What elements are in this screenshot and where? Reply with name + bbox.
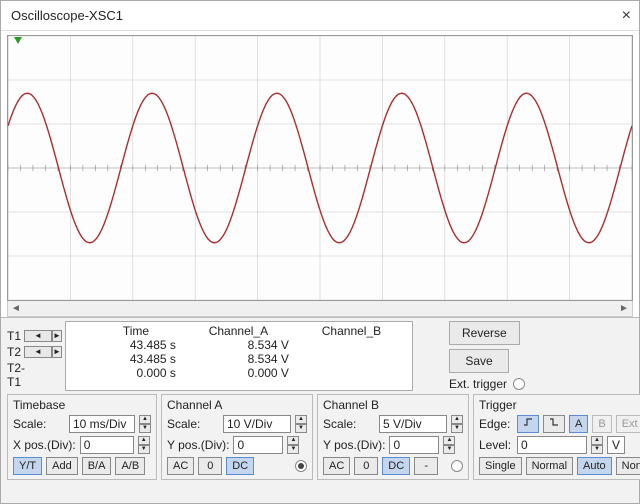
trigger-src-b-button[interactable]: B (592, 415, 611, 433)
chb-ac-button[interactable]: AC (323, 457, 350, 475)
readout-head-cha: Channel_A (182, 324, 295, 338)
t2-time: 43.485 s (90, 352, 182, 366)
trigger-src-a-button[interactable]: A (569, 415, 588, 433)
dt-chb (295, 366, 408, 380)
channel-b-title: Channel B (323, 398, 463, 412)
timebase-scale-field[interactable]: 10 ms/Div (69, 415, 135, 433)
cursor-t1-label: T1 (7, 329, 21, 343)
reverse-button[interactable]: Reverse (449, 321, 520, 345)
t2-chb (295, 352, 408, 366)
chb-zero-button[interactable]: 0 (354, 457, 378, 475)
ext-trigger-label: Ext. trigger (449, 377, 507, 391)
cursor-t2t1-label: T2-T1 (7, 361, 35, 389)
titlebar: Oscilloscope-XSC1 × (1, 1, 639, 31)
cha-scale-field[interactable]: 10 V/Div (223, 415, 291, 433)
scroll-right-icon[interactable]: ► (616, 302, 632, 316)
trigger-group: Trigger Edge: A B Ext Level: 0 ▲▼ (473, 394, 640, 480)
chb-invert-button[interactable]: - (414, 457, 438, 475)
t1-chb (295, 338, 408, 352)
close-icon[interactable]: × (591, 7, 631, 25)
horizontal-scrollbar[interactable]: ◄ ► (7, 301, 633, 317)
timebase-title: Timebase (13, 398, 151, 412)
chb-ypos-field[interactable]: 0 (389, 436, 439, 454)
control-panel: T1 ◄► T2 ◄► T2-T1 Time Channel_A (1, 317, 639, 503)
timebase-xpos-field[interactable]: 0 (80, 436, 134, 454)
scroll-left-icon[interactable]: ◄ (8, 302, 24, 316)
trigger-single-button[interactable]: Single (479, 457, 522, 475)
edge-falling-button[interactable] (543, 415, 565, 433)
timebase-group: Timebase Scale: 10 ms/Div ▲▼ X pos.(Div)… (7, 394, 157, 480)
save-button[interactable]: Save (449, 349, 509, 373)
trigger-title: Trigger (479, 398, 640, 412)
cha-enable-indicator[interactable] (295, 460, 307, 472)
down-icon[interactable]: ▼ (139, 424, 151, 433)
dt-cha: 0.000 V (182, 366, 295, 380)
cursor-controls: T1 ◄► T2 ◄► T2-T1 (7, 321, 59, 391)
oscilloscope-window: Oscilloscope-XSC1 × ◄ ► T1 ◄► T2 ◄► T2-T… (0, 0, 640, 504)
t2-left-icon[interactable]: ◄ (24, 346, 52, 358)
chb-dc-button[interactable]: DC (382, 457, 410, 475)
cursor-t2-label: T2 (7, 345, 21, 359)
mode-ab-button[interactable]: A/B (115, 457, 145, 475)
trigger-none-button[interactable]: None (616, 457, 640, 475)
cha-ac-button[interactable]: AC (167, 457, 194, 475)
channel-b-group: Channel B Scale: 5 V/Div ▲▼ Y pos.(Div):… (317, 394, 469, 480)
ext-trigger-indicator[interactable] (513, 378, 525, 390)
cha-zero-button[interactable]: 0 (198, 457, 222, 475)
trigger-normal-button[interactable]: Normal (526, 457, 573, 475)
t2-cha: 8.534 V (182, 352, 295, 366)
edge-rising-button[interactable] (517, 415, 539, 433)
channel-a-group: Channel A Scale: 10 V/Div ▲▼ Y pos.(Div)… (161, 394, 313, 480)
trigger-level-unit: V (607, 436, 625, 454)
channel-a-title: Channel A (167, 398, 307, 412)
trigger-auto-button[interactable]: Auto (577, 457, 612, 475)
trigger-level-field[interactable]: 0 (517, 436, 587, 454)
t1-time: 43.485 s (90, 338, 182, 352)
cursor-readout: Time Channel_A Channel_B 43.485 s 8.534 … (65, 321, 413, 391)
mode-add-button[interactable]: Add (46, 457, 78, 475)
t1-right-icon[interactable]: ► (52, 330, 62, 342)
t1-cha: 8.534 V (182, 338, 295, 352)
chb-enable-indicator[interactable] (451, 460, 463, 472)
cha-ypos-field[interactable]: 0 (233, 436, 283, 454)
mode-ba-button[interactable]: B/A (82, 457, 112, 475)
cha-dc-button[interactable]: DC (226, 457, 254, 475)
t1-left-icon[interactable]: ◄ (24, 330, 52, 342)
chb-scale-field[interactable]: 5 V/Div (379, 415, 447, 433)
up-icon[interactable]: ▲ (139, 415, 151, 424)
dt-time: 0.000 s (90, 366, 182, 380)
waveform-display[interactable] (7, 35, 633, 301)
mode-yt-button[interactable]: Y/T (13, 457, 42, 475)
window-title: Oscilloscope-XSC1 (11, 8, 123, 23)
t2-right-icon[interactable]: ► (52, 346, 62, 358)
trigger-src-ext-button[interactable]: Ext (616, 415, 640, 433)
readout-head-time: Time (90, 324, 182, 338)
readout-head-chb: Channel_B (295, 324, 408, 338)
